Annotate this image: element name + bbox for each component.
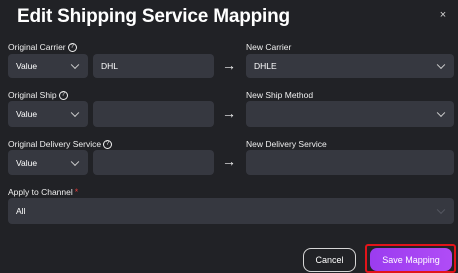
apply-to-channel-label-text: Apply to Channel	[8, 187, 73, 197]
save-mapping-button[interactable]: Save Mapping	[370, 248, 452, 271]
original-carrier-label: Original Carrier ?	[8, 42, 77, 52]
channel-select[interactable]: All	[8, 198, 454, 224]
apply-to-channel-label: Apply to Channel *	[8, 187, 78, 197]
original-carrier-label-text: Original Carrier	[8, 42, 66, 52]
match-type-value: Value	[16, 61, 38, 71]
original-delivery-service-match-select[interactable]: Value	[8, 150, 88, 175]
help-icon[interactable]: ?	[67, 42, 77, 52]
chevron-down-icon	[70, 60, 80, 70]
modal-title: Edit Shipping Service Mapping	[17, 6, 290, 27]
match-type-value: Value	[16, 109, 38, 119]
help-icon[interactable]: ?	[58, 90, 68, 100]
new-delivery-service-input[interactable]	[246, 150, 454, 175]
cancel-button[interactable]: Cancel	[303, 248, 356, 272]
chevron-down-icon	[436, 108, 446, 118]
arrow-right-icon: →	[222, 105, 236, 121]
close-icon[interactable]: ×	[436, 8, 450, 22]
channel-value: All	[16, 206, 26, 216]
chevron-down-icon	[436, 60, 446, 70]
arrow-right-icon: →	[222, 153, 236, 169]
original-ship-match-select[interactable]: Value	[8, 101, 88, 127]
original-ship-input[interactable]	[93, 101, 214, 127]
match-type-value: Value	[16, 157, 38, 168]
new-carrier-value: DHLE	[254, 61, 277, 71]
chevron-down-icon	[70, 108, 80, 118]
new-carrier-select[interactable]: DHLE	[246, 54, 454, 78]
original-carrier-input[interactable]: DHL	[93, 54, 214, 78]
arrow-right-icon: →	[222, 57, 236, 73]
new-carrier-label: New Carrier	[246, 42, 292, 52]
original-carrier-match-select[interactable]: Value	[8, 54, 88, 78]
edit-mapping-modal: Edit Shipping Service Mapping × Original…	[0, 0, 458, 273]
original-delivery-service-label: Original Delivery Service ?	[8, 139, 113, 149]
original-delivery-service-label-text: Original Delivery Service	[8, 139, 102, 149]
original-ship-label-text: Original Ship	[8, 90, 57, 100]
required-indicator: *	[74, 187, 79, 197]
help-icon[interactable]: ?	[103, 139, 113, 149]
new-ship-method-select[interactable]	[246, 101, 454, 127]
new-delivery-service-label: New Delivery Service	[246, 139, 327, 149]
new-ship-method-label: New Ship Method	[246, 90, 314, 100]
original-delivery-service-input[interactable]	[93, 150, 214, 175]
chevron-down-icon	[70, 157, 80, 166]
original-carrier-value: DHL	[101, 61, 119, 71]
original-ship-label: Original Ship ?	[8, 90, 68, 100]
chevron-down-icon	[436, 205, 446, 215]
